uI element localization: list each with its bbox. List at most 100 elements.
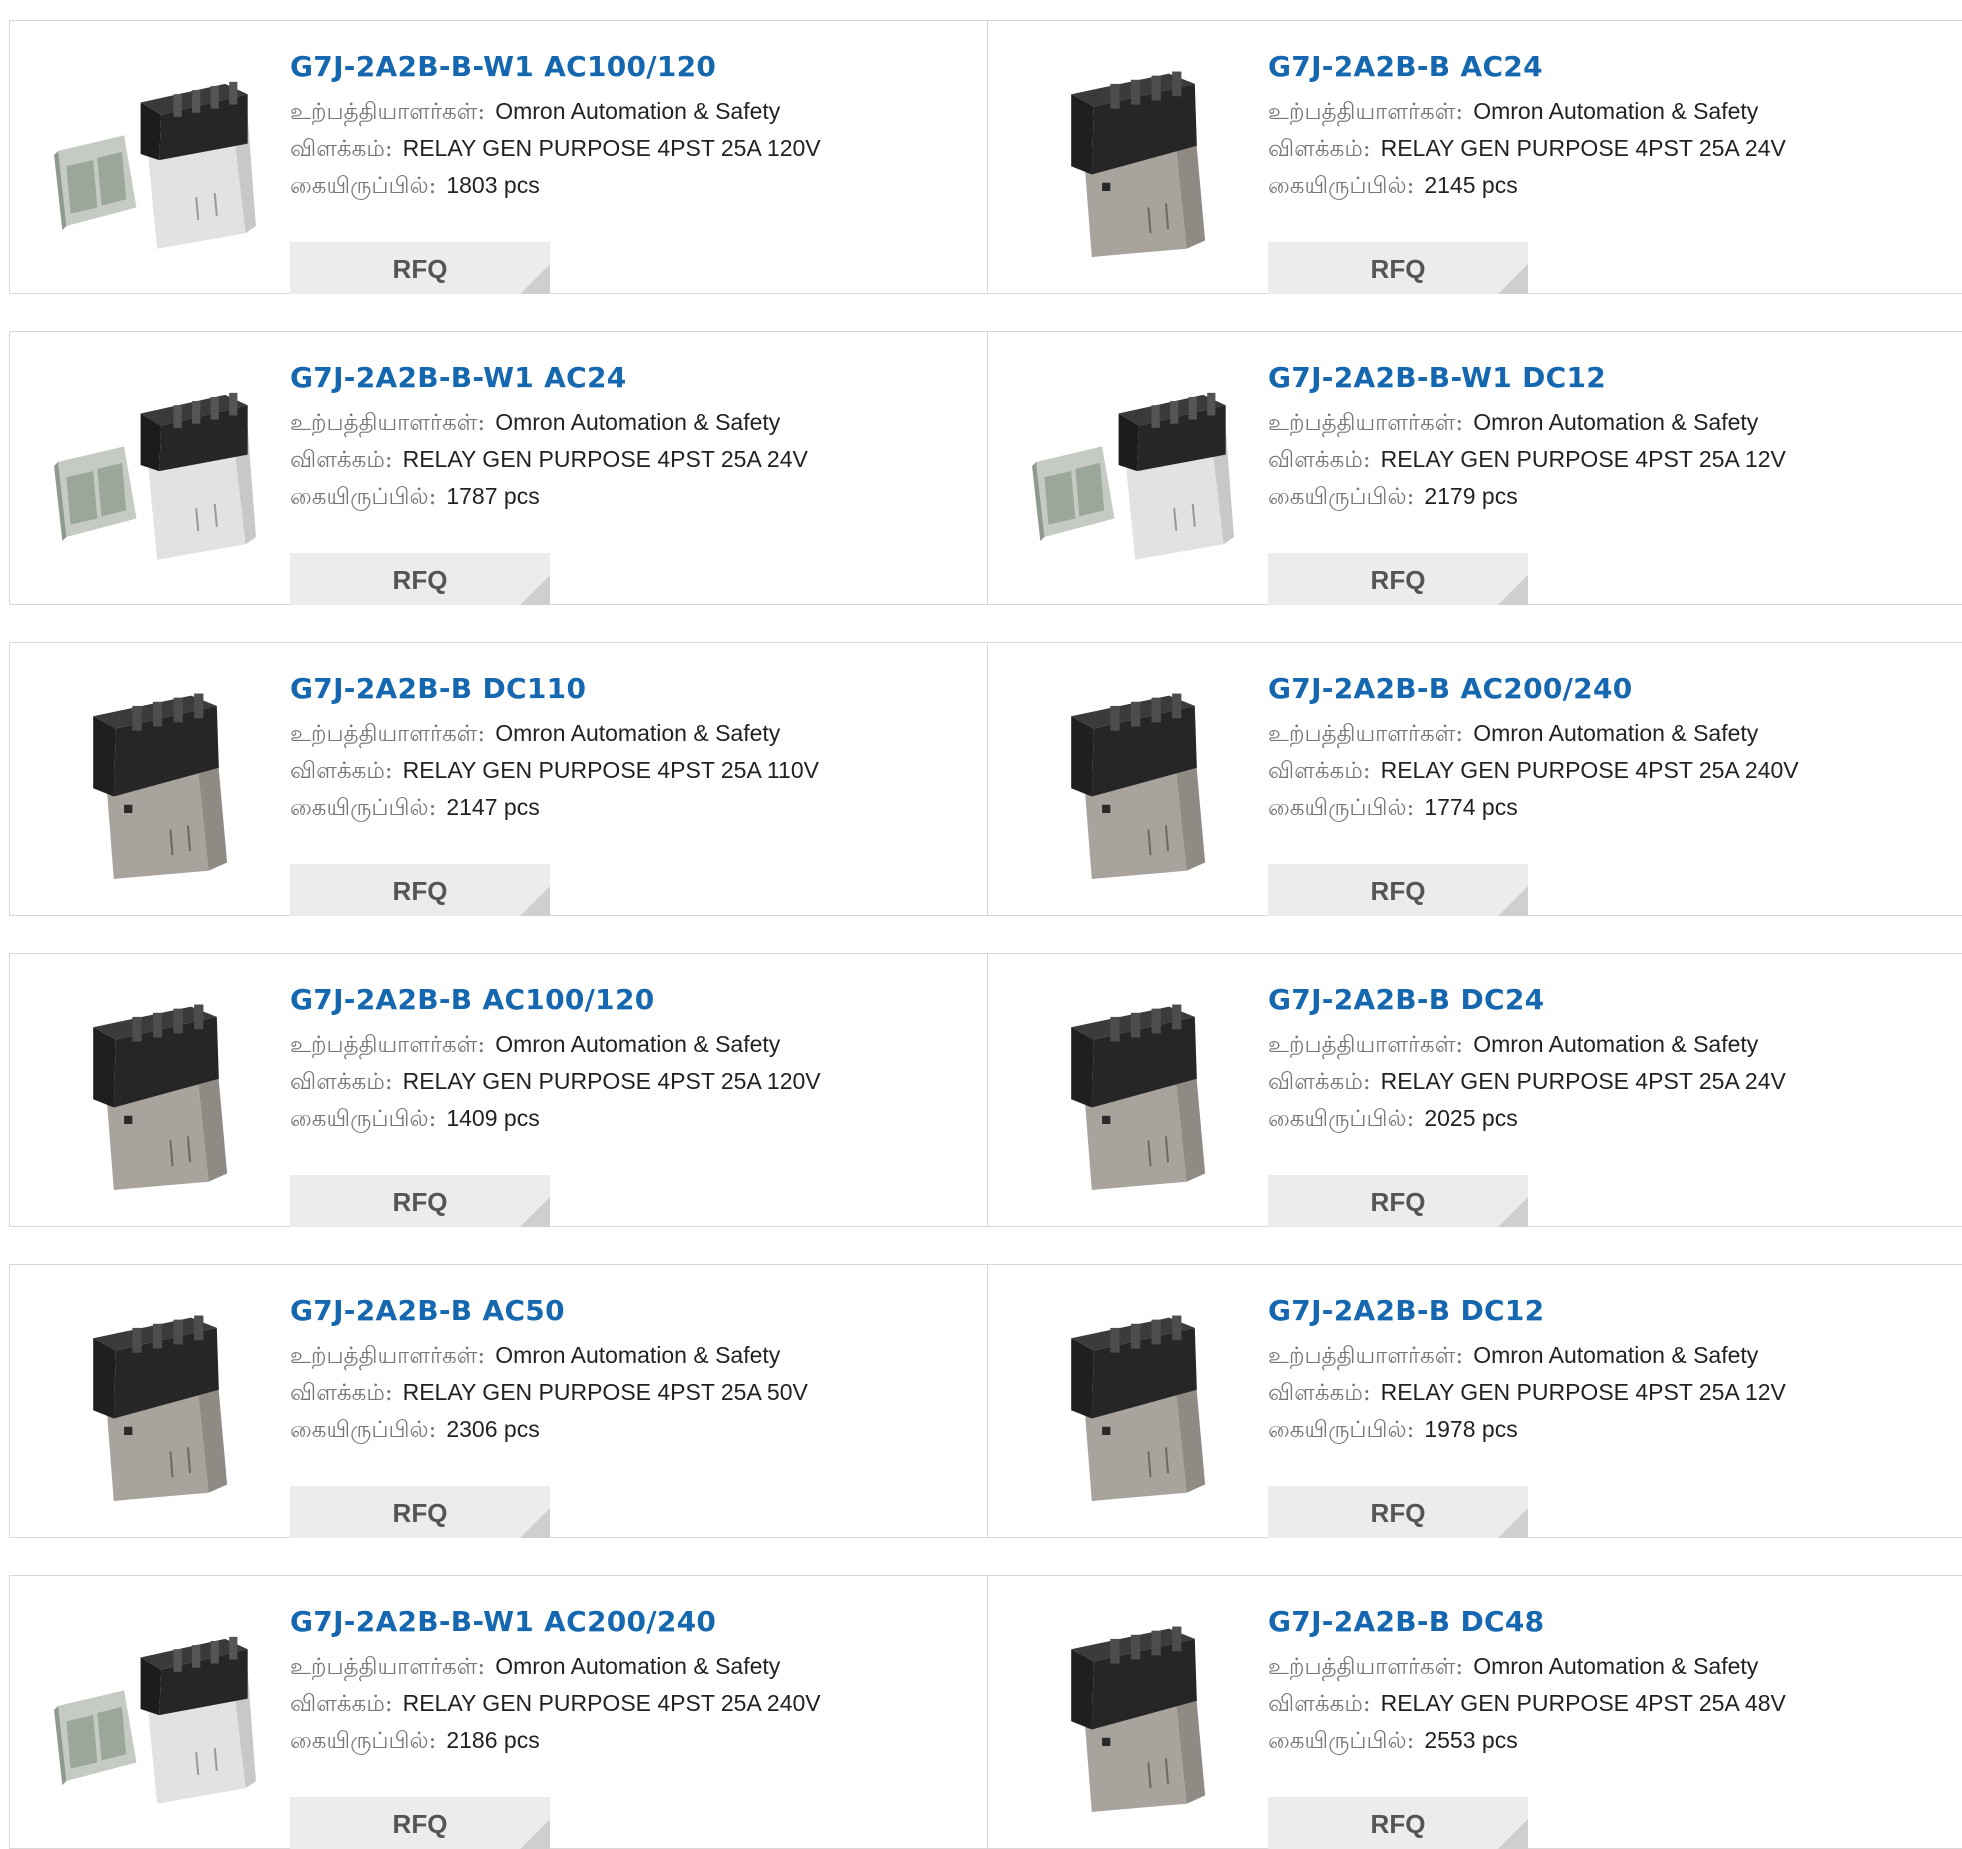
stock-label: கையிருப்பில்: bbox=[290, 1417, 437, 1443]
relay-with-bracket-image[interactable] bbox=[52, 1608, 258, 1814]
description-row: விளக்கம்: RELAY GEN PURPOSE 4PST 25A 12V bbox=[1268, 441, 1928, 478]
rfq-button[interactable]: RFQ bbox=[290, 1797, 550, 1849]
description-value: RELAY GEN PURPOSE 4PST 25A 120V bbox=[402, 1068, 821, 1094]
relay-image[interactable] bbox=[52, 986, 258, 1192]
manufacturer-row: உற்பத்தியாளர்கள்: Omron Automation & Safe… bbox=[290, 404, 950, 441]
stock-label: கையிருப்பில்: bbox=[290, 1106, 437, 1132]
product-info: G7J-2A2B-B-W1 AC24 உற்பத்தியாளர்கள்: Omron… bbox=[290, 360, 950, 605]
product-info: G7J-2A2B-B DC12 உற்பத்தியாளர்கள்: Omron Au… bbox=[1268, 1293, 1928, 1538]
relay-with-bracket-image[interactable] bbox=[1030, 364, 1236, 570]
manufacturer-value: Omron Automation & Safety bbox=[495, 409, 781, 435]
product-info: G7J-2A2B-B AC200/240 உற்பத்தியாளர்கள்: Omr… bbox=[1268, 671, 1928, 916]
stock-label: கையிருப்பில்: bbox=[290, 484, 437, 510]
product-title-link[interactable]: G7J-2A2B-B-W1 DC12 bbox=[1268, 360, 1928, 396]
description-row: விளக்கம்: RELAY GEN PURPOSE 4PST 25A 48V bbox=[1268, 1685, 1928, 1722]
relay-image[interactable] bbox=[1030, 1297, 1236, 1503]
stock-row: கையிருப்பில்: 2306 pcs bbox=[290, 1411, 950, 1448]
product-info: G7J-2A2B-B DC24 உற்பத்தியாளர்கள்: Omron Au… bbox=[1268, 982, 1928, 1227]
stock-row: கையிருப்பில்: 1978 pcs bbox=[1268, 1411, 1928, 1448]
stock-label: கையிருப்பில்: bbox=[290, 173, 437, 199]
rfq-button[interactable]: RFQ bbox=[290, 1175, 550, 1227]
description-label: விளக்கம்: bbox=[1268, 447, 1371, 473]
product-title-link[interactable]: G7J-2A2B-B DC12 bbox=[1268, 1293, 1928, 1329]
description-label: விளக்கம்: bbox=[1268, 1691, 1371, 1717]
relay-image[interactable] bbox=[1030, 986, 1236, 1192]
product-card: G7J-2A2B-B-W1 AC200/240 உற்பத்தியாளர்கள்:… bbox=[10, 1576, 988, 1849]
description-value: RELAY GEN PURPOSE 4PST 25A 24V bbox=[1380, 135, 1786, 161]
description-label: விளக்கம்: bbox=[1268, 758, 1371, 784]
product-title-link[interactable]: G7J-2A2B-B DC24 bbox=[1268, 982, 1928, 1018]
product-card: G7J-2A2B-B DC12 உற்பத்தியாளர்கள்: Omron Au… bbox=[988, 1265, 1962, 1538]
rfq-button-label: RFQ bbox=[392, 1498, 448, 1528]
product-title-link[interactable]: G7J-2A2B-B DC110 bbox=[290, 671, 950, 707]
description-value: RELAY GEN PURPOSE 4PST 25A 110V bbox=[402, 757, 819, 783]
relay-image[interactable] bbox=[1030, 1608, 1236, 1814]
description-row: விளக்கம்: RELAY GEN PURPOSE 4PST 25A 240V bbox=[1268, 752, 1928, 789]
rfq-button[interactable]: RFQ bbox=[1268, 864, 1528, 916]
product-info: G7J-2A2B-B AC100/120 உற்பத்தியாளர்கள்: Omr… bbox=[290, 982, 950, 1227]
manufacturer-value: Omron Automation & Safety bbox=[1473, 1342, 1759, 1368]
product-title-link[interactable]: G7J-2A2B-B-W1 AC24 bbox=[290, 360, 950, 396]
description-label: விளக்கம்: bbox=[290, 758, 393, 784]
stock-label: கையிருப்பில்: bbox=[1268, 795, 1415, 821]
description-row: விளக்கம்: RELAY GEN PURPOSE 4PST 25A 120V bbox=[290, 1063, 950, 1100]
manufacturer-row: உற்பத்தியாளர்கள்: Omron Automation & Safe… bbox=[290, 1648, 950, 1685]
rfq-button[interactable]: RFQ bbox=[290, 553, 550, 605]
rfq-button-label: RFQ bbox=[392, 254, 448, 284]
manufacturer-value: Omron Automation & Safety bbox=[1473, 1653, 1759, 1679]
product-card: G7J-2A2B-B-W1 DC12 உற்பத்தியாளர்கள்: Omron… bbox=[988, 332, 1962, 605]
rfq-button[interactable]: RFQ bbox=[290, 864, 550, 916]
description-value: RELAY GEN PURPOSE 4PST 25A 24V bbox=[402, 446, 808, 472]
description-row: விளக்கம்: RELAY GEN PURPOSE 4PST 25A 24V bbox=[1268, 130, 1928, 167]
product-info: G7J-2A2B-B DC48 உற்பத்தியாளர்கள்: Omron Au… bbox=[1268, 1604, 1928, 1849]
description-value: RELAY GEN PURPOSE 4PST 25A 24V bbox=[1380, 1068, 1786, 1094]
manufacturer-row: உற்பத்தியாளர்கள்: Omron Automation & Safe… bbox=[1268, 404, 1928, 441]
manufacturer-label: உற்பத்தியாளர்கள்: bbox=[1268, 1343, 1464, 1369]
stock-value: 2025 pcs bbox=[1424, 1105, 1518, 1131]
manufacturer-label: உற்பத்தியாளர்கள்: bbox=[1268, 1032, 1464, 1058]
rfq-button[interactable]: RFQ bbox=[1268, 242, 1528, 294]
rfq-button[interactable]: RFQ bbox=[1268, 1486, 1528, 1538]
product-row: G7J-2A2B-B AC100/120 உற்பத்தியாளர்கள்: Omr… bbox=[9, 953, 1962, 1227]
relay-image[interactable] bbox=[52, 1297, 258, 1503]
product-info: G7J-2A2B-B-W1 AC200/240 உற்பத்தியாளர்கள்:… bbox=[290, 1604, 950, 1849]
product-title-link[interactable]: G7J-2A2B-B-W1 AC100/120 bbox=[290, 49, 950, 85]
product-title-link[interactable]: G7J-2A2B-B DC48 bbox=[1268, 1604, 1928, 1640]
description-row: விளக்கம்: RELAY GEN PURPOSE 4PST 25A 24V bbox=[1268, 1063, 1928, 1100]
product-title-link[interactable]: G7J-2A2B-B AC100/120 bbox=[290, 982, 950, 1018]
stock-row: கையிருப்பில்: 2025 pcs bbox=[1268, 1100, 1928, 1137]
rfq-button[interactable]: RFQ bbox=[290, 242, 550, 294]
product-title-link[interactable]: G7J-2A2B-B AC200/240 bbox=[1268, 671, 1928, 707]
product-title-link[interactable]: G7J-2A2B-B-W1 AC200/240 bbox=[290, 1604, 950, 1640]
stock-row: கையிருப்பில்: 2186 pcs bbox=[290, 1722, 950, 1759]
relay-image[interactable] bbox=[1030, 53, 1236, 259]
product-title-link[interactable]: G7J-2A2B-B AC24 bbox=[1268, 49, 1928, 85]
rfq-corner-decoration bbox=[520, 1508, 550, 1538]
relay-image[interactable] bbox=[52, 675, 258, 881]
relay-with-bracket-image[interactable] bbox=[52, 53, 258, 259]
manufacturer-row: உற்பத்தியாளர்கள்: Omron Automation & Safe… bbox=[1268, 1026, 1928, 1063]
rfq-button[interactable]: RFQ bbox=[1268, 1175, 1528, 1227]
rfq-corner-decoration bbox=[1498, 575, 1528, 605]
relay-with-bracket-image[interactable] bbox=[52, 364, 258, 570]
stock-value: 1409 pcs bbox=[446, 1105, 540, 1131]
description-value: RELAY GEN PURPOSE 4PST 25A 12V bbox=[1380, 1379, 1786, 1405]
product-card: G7J-2A2B-B DC110 உற்பத்தியாளர்கள்: Omron A… bbox=[10, 643, 988, 916]
manufacturer-value: Omron Automation & Safety bbox=[495, 1031, 781, 1057]
stock-value: 1978 pcs bbox=[1424, 1416, 1518, 1442]
relay-image[interactable] bbox=[1030, 675, 1236, 881]
product-title-link[interactable]: G7J-2A2B-B AC50 bbox=[290, 1293, 950, 1329]
rfq-button[interactable]: RFQ bbox=[290, 1486, 550, 1538]
stock-value: 2147 pcs bbox=[446, 794, 540, 820]
product-info: G7J-2A2B-B-W1 DC12 உற்பத்தியாளர்கள்: Omron… bbox=[1268, 360, 1928, 605]
manufacturer-row: உற்பத்தியாளர்கள்: Omron Automation & Safe… bbox=[290, 93, 950, 130]
rfq-button[interactable]: RFQ bbox=[1268, 553, 1528, 605]
stock-value: 2306 pcs bbox=[446, 1416, 540, 1442]
manufacturer-value: Omron Automation & Safety bbox=[1473, 409, 1759, 435]
product-grid: G7J-2A2B-B-W1 AC100/120 உற்பத்தியாளர்கள்:… bbox=[0, 0, 1962, 1849]
manufacturer-row: உற்பத்தியாளர்கள்: Omron Automation & Safe… bbox=[290, 715, 950, 752]
manufacturer-value: Omron Automation & Safety bbox=[495, 720, 781, 746]
product-card: G7J-2A2B-B DC24 உற்பத்தியாளர்கள்: Omron Au… bbox=[988, 954, 1962, 1227]
stock-label: கையிருப்பில்: bbox=[1268, 484, 1415, 510]
rfq-button[interactable]: RFQ bbox=[1268, 1797, 1528, 1849]
